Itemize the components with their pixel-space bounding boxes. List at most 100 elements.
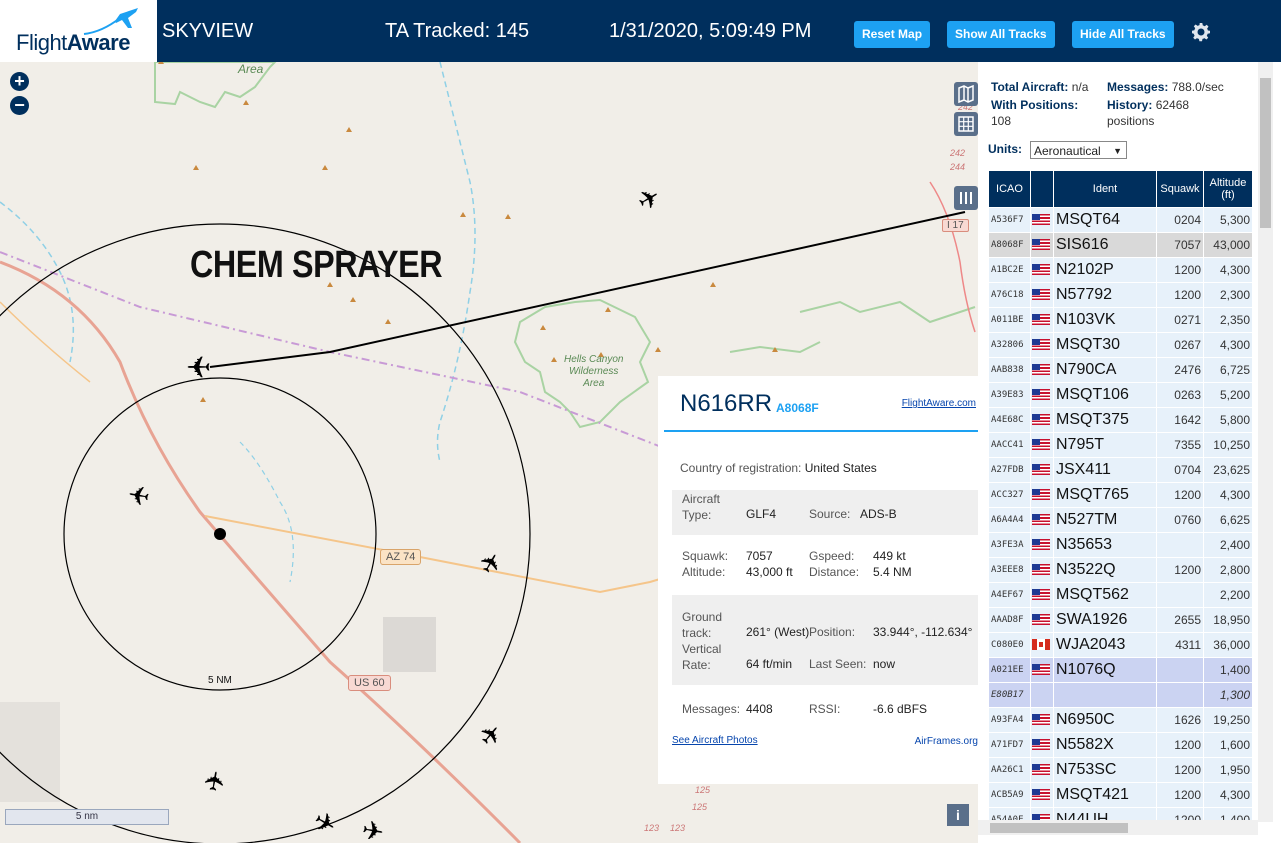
airframes-link[interactable]: AirFrames.org bbox=[915, 736, 978, 747]
logo-text: FlightAware bbox=[16, 30, 130, 55]
horizontal-scroll-thumb[interactable] bbox=[990, 823, 1128, 833]
source-value: ADS-B bbox=[860, 507, 897, 521]
squawk-cell bbox=[1156, 532, 1204, 558]
icao-cell: ACC327 bbox=[988, 482, 1031, 508]
column-header-icao[interactable]: ICAO bbox=[988, 170, 1031, 208]
flag-cell bbox=[1030, 457, 1054, 483]
table-row[interactable]: ACC327 MSQT765 1200 4,300 bbox=[988, 482, 1253, 508]
ident-cell: MSQT562 bbox=[1053, 582, 1157, 608]
column-header-squawk[interactable]: Squawk bbox=[1156, 170, 1204, 208]
altitude-cell: 6,625 bbox=[1203, 507, 1253, 533]
table-row[interactable]: A93FA4 N6950C 1626 19,250 bbox=[988, 707, 1253, 733]
table-row[interactable]: A6A4A4 N527TM 0760 6,625 bbox=[988, 507, 1253, 533]
country-row: Country of registration: United States bbox=[680, 461, 877, 475]
grid-toggle-button[interactable] bbox=[954, 112, 978, 136]
table-row[interactable]: A39E83 MSQT106 0263 5,200 bbox=[988, 382, 1253, 408]
table-row[interactable]: AA26C1 N753SC 1200 1,950 bbox=[988, 757, 1253, 783]
altitude-label: Altitude: bbox=[682, 565, 726, 579]
popup-icao: A8068F bbox=[776, 401, 819, 415]
hide-all-tracks-button[interactable]: Hide All Tracks bbox=[1072, 21, 1174, 48]
icao-cell: A39E83 bbox=[988, 382, 1031, 408]
table-row[interactable]: A011BE N103VK 0271 2,350 bbox=[988, 307, 1253, 333]
ident-cell: N3522Q bbox=[1053, 557, 1157, 583]
info-button[interactable]: i bbox=[947, 804, 969, 826]
flag-cell bbox=[1030, 482, 1054, 508]
tracked-count: TA Tracked: 145 bbox=[385, 20, 530, 42]
table-row[interactable]: A3EEE8 N3522Q 1200 2,800 bbox=[988, 557, 1253, 583]
table-row[interactable]: A76C18 N57792 1200 2,300 bbox=[988, 282, 1253, 308]
table-row[interactable]: A3FE3A N35653 2,400 bbox=[988, 532, 1253, 558]
table-row[interactable]: A32806 MSQT30 0267 4,300 bbox=[988, 332, 1253, 358]
column-toggle-button[interactable] bbox=[954, 186, 978, 210]
app-title: SKYVIEW bbox=[162, 20, 254, 42]
squawk-cell: 0263 bbox=[1156, 382, 1204, 408]
road-shield-i17: I 17 bbox=[942, 219, 969, 232]
us-flag-icon bbox=[1032, 389, 1050, 401]
icao-cell: A93FA4 bbox=[988, 707, 1031, 733]
gear-icon[interactable] bbox=[1189, 20, 1213, 44]
table-row[interactable]: A1BC2E N2102P 1200 4,300 bbox=[988, 257, 1253, 283]
table-row[interactable]: A8068F SIS616 7057 43,000 bbox=[988, 232, 1253, 258]
zoom-in-button[interactable]: + bbox=[10, 72, 29, 91]
altitude-cell: 2,300 bbox=[1203, 282, 1253, 308]
altitude-cell: 4,300 bbox=[1203, 782, 1253, 808]
icao-cell: A536F7 bbox=[988, 207, 1031, 233]
column-header-altitude[interactable]: Altitude (ft) bbox=[1203, 170, 1253, 208]
map-layers-button[interactable] bbox=[954, 82, 978, 106]
flag-cell bbox=[1030, 382, 1054, 408]
icao-cell: A27FDB bbox=[988, 457, 1031, 483]
table-row[interactable]: ACB5A9 MSQT421 1200 4,300 bbox=[988, 782, 1253, 808]
flag-cell bbox=[1030, 582, 1054, 608]
flag-cell bbox=[1030, 607, 1054, 633]
column-header-flag[interactable] bbox=[1030, 170, 1054, 208]
table-row[interactable]: AAAD8F SWA1926 2655 18,950 bbox=[988, 607, 1253, 633]
table-row[interactable]: A4EF67 MSQT562 2,200 bbox=[988, 582, 1253, 608]
table-row[interactable]: A27FDB JSX411 0704 23,625 bbox=[988, 457, 1253, 483]
wilderness-label: Hells Canyon Wilderness Area bbox=[564, 354, 624, 389]
ident-cell: N57792 bbox=[1053, 282, 1157, 308]
aircraft-photos-link[interactable]: See Aircraft Photos bbox=[672, 735, 758, 746]
ident-cell: MSQT421 bbox=[1053, 782, 1157, 808]
map-icon bbox=[958, 84, 974, 104]
altitude-cell: 4,300 bbox=[1203, 482, 1253, 508]
table-row[interactable]: A021EE N1076Q 1,400 bbox=[988, 657, 1253, 683]
us-flag-icon bbox=[1032, 614, 1050, 626]
zoom-out-button[interactable]: − bbox=[10, 96, 29, 115]
show-all-tracks-button[interactable]: Show All Tracks bbox=[947, 21, 1055, 48]
units-select[interactable]: Aeronautical ▼ bbox=[1030, 141, 1127, 159]
flightaware-logo[interactable]: FlightAware bbox=[0, 0, 157, 62]
messages-label: Messages: bbox=[682, 702, 741, 716]
table-row[interactable]: AAB838 N790CA 2476 6,725 bbox=[988, 357, 1253, 383]
us-flag-icon bbox=[1032, 589, 1050, 601]
road-123-label-2: 123 bbox=[670, 823, 686, 833]
vertical-scroll-thumb[interactable] bbox=[1260, 78, 1271, 228]
icao-cell: A021EE bbox=[988, 657, 1031, 683]
selected-aircraft-icon[interactable]: ✈ bbox=[186, 349, 211, 382]
ident-cell: N527TM bbox=[1053, 507, 1157, 533]
ident-cell: WJA2043 bbox=[1053, 632, 1157, 658]
aircraft-icon[interactable]: ✈ bbox=[198, 768, 231, 795]
icao-cell: AAB838 bbox=[988, 357, 1031, 383]
aircraft-icon[interactable]: ✈ bbox=[360, 814, 387, 843]
squawk-cell bbox=[1156, 582, 1204, 608]
reset-map-button[interactable]: Reset Map bbox=[854, 21, 931, 48]
aircraft-icon[interactable]: ✈ bbox=[126, 478, 153, 511]
flag-cell bbox=[1030, 632, 1054, 658]
icao-cell: C080E0 bbox=[988, 632, 1031, 658]
table-row[interactable]: AACC41 N795T 7355 10,250 bbox=[988, 432, 1253, 458]
road-shield-az74: AZ 74 bbox=[380, 549, 422, 565]
squawk-cell: 1200 bbox=[1156, 782, 1204, 808]
flightaware-link[interactable]: FlightAware.com bbox=[902, 398, 976, 409]
column-header-ident[interactable]: Ident bbox=[1053, 170, 1157, 208]
position-label: Position: bbox=[809, 625, 856, 639]
table-row[interactable]: A71FD7 N5582X 1200 1,600 bbox=[988, 732, 1253, 758]
altitude-cell: 1,600 bbox=[1203, 732, 1253, 758]
table-row[interactable]: C080E0 WJA2043 4311 36,000 bbox=[988, 632, 1253, 658]
table-row[interactable]: E80B17 1,300 bbox=[988, 682, 1253, 708]
ident-cell: MSQT375 bbox=[1053, 407, 1157, 433]
table-row[interactable]: A536F7 MSQT64 0204 5,300 bbox=[988, 207, 1253, 233]
table-row[interactable]: A4E68C MSQT375 1642 5,800 bbox=[988, 407, 1253, 433]
ident-cell: MSQT106 bbox=[1053, 382, 1157, 408]
flag-cell bbox=[1030, 282, 1054, 308]
ident-cell: MSQT64 bbox=[1053, 207, 1157, 233]
